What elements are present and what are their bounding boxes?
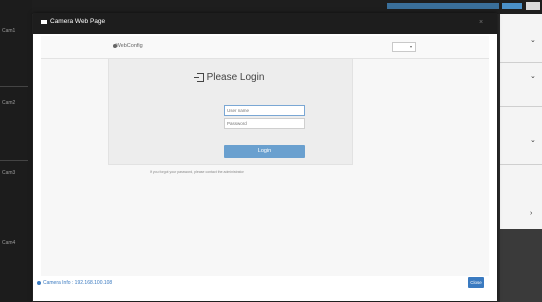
chevron-down-icon: ▾ [409, 44, 412, 49]
login-panel: Please Login Login [108, 58, 353, 165]
close-button[interactable]: Close [468, 277, 484, 288]
login-hint: If you forgot your password, please cont… [150, 170, 244, 174]
web-topbar: WebConfig ▾ [41, 36, 489, 59]
modal-title: Camera Web Page [50, 18, 106, 25]
divider [0, 160, 28, 161]
camera-web-page-modal: Camera Web Page × WebConfig ▾ Please Log… [33, 13, 497, 301]
language-select[interactable]: ▾ [392, 42, 416, 52]
background-toolbar [32, 0, 542, 14]
divider [500, 106, 542, 107]
modal-footer: Camera Info : 192.168.100.108 Close [33, 276, 497, 301]
chevron-down-icon[interactable]: ⌄ [530, 36, 536, 44]
login-button[interactable]: Login [224, 145, 305, 158]
close-icon[interactable]: × [479, 19, 483, 26]
login-title: Please Login [109, 72, 352, 83]
divider [500, 62, 542, 63]
preview-area [500, 229, 542, 302]
divider [500, 164, 542, 165]
toolbar-button[interactable] [526, 2, 540, 10]
chevron-down-icon[interactable]: ⌄ [530, 136, 536, 144]
webconfig-label: WebConfig [115, 43, 143, 49]
password-input[interactable] [224, 118, 305, 129]
web-page-content: WebConfig ▾ Please Login Login If you fo… [41, 36, 489, 276]
chevron-right-icon[interactable]: › [530, 210, 532, 217]
toolbar-tab[interactable] [502, 3, 522, 9]
toolbar-tab[interactable] [387, 3, 499, 9]
username-input[interactable] [224, 105, 305, 116]
divider [0, 86, 28, 87]
camera-label: Cam4 [2, 240, 16, 246]
camera-info: Camera Info : 192.168.100.108 [43, 280, 113, 286]
chevron-down-icon[interactable]: ⌄ [530, 72, 536, 80]
window-icon [41, 20, 47, 24]
camera-label: Cam1 [2, 28, 16, 34]
modal-header: Camera Web Page × [33, 13, 497, 34]
camera-label: Cam3 [2, 170, 16, 176]
camera-label: Cam2 [2, 100, 16, 106]
info-icon [37, 281, 41, 285]
sign-in-icon [193, 72, 204, 82]
background-sidebar: Cam1 Cam2 Cam3 Cam4 [0, 0, 32, 302]
background-right-panel: ⌄ ⌄ ⌄ › [500, 14, 542, 302]
